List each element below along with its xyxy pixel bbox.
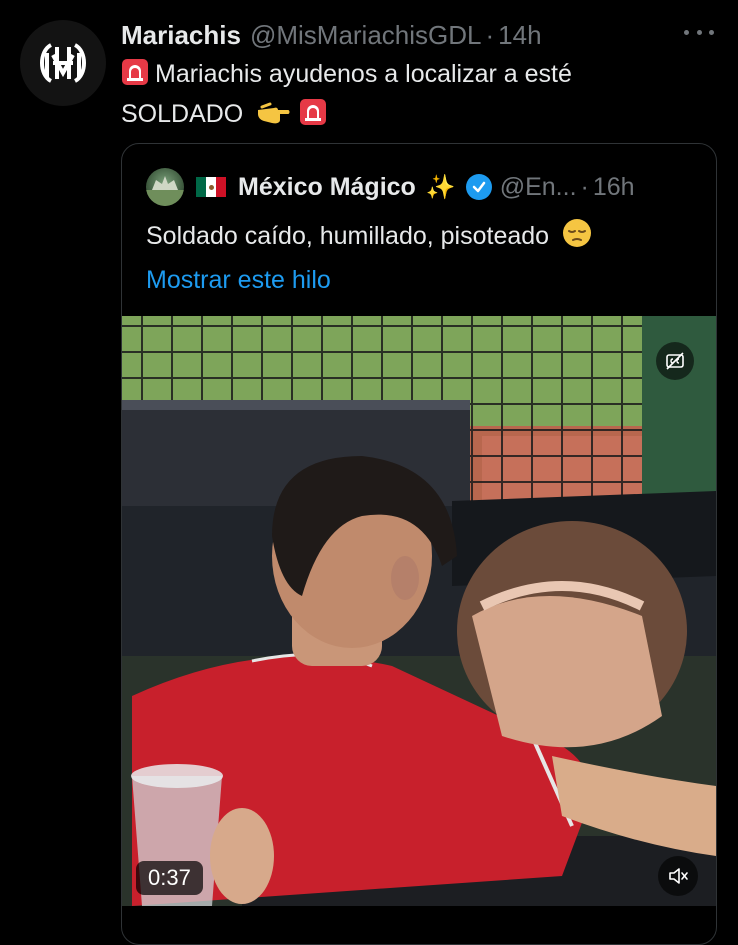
- video-player[interactable]: 0:37: [122, 316, 716, 906]
- video-duration-badge: 0:37: [136, 861, 203, 895]
- show-thread-link[interactable]: Mostrar este hilo: [146, 262, 331, 298]
- siren-icon: [121, 58, 149, 96]
- pensive-face-icon: [562, 218, 592, 258]
- author-name[interactable]: Mariachis: [121, 20, 241, 51]
- pointing-hand-icon: [256, 98, 290, 136]
- quoted-author-name[interactable]: México Mágico: [238, 173, 416, 202]
- author-handle[interactable]: @MisMariachisGDL: [250, 20, 482, 51]
- tweet-time[interactable]: 14h: [498, 20, 541, 51]
- quoted-text-body: Soldado caído, humillado, pisoteado: [146, 222, 550, 250]
- mariachis-logo-icon: [40, 43, 86, 83]
- siren-icon: [299, 98, 327, 136]
- separator-dot: ·: [485, 19, 495, 50]
- quoted-author-avatar[interactable]: [146, 168, 184, 206]
- quoted-tweet-header: México Mágico ✨ @En... · 16h: [146, 168, 696, 206]
- muted-speaker-icon: [669, 868, 688, 884]
- tweet-text: Mariachis ayudenos a localizar a esté SO…: [121, 56, 681, 136]
- mexico-flag-icon: [196, 177, 226, 197]
- quoted-author-handle[interactable]: @En...: [500, 173, 577, 202]
- quoted-separator: ·: [580, 172, 589, 201]
- quoted-tweet-text: Soldado caído, humillado, pisoteado: [146, 218, 598, 258]
- author-avatar[interactable]: [20, 20, 106, 106]
- captions-icon: [666, 352, 684, 370]
- more-options-icon[interactable]: [684, 22, 714, 42]
- mute-toggle-button[interactable]: [658, 856, 698, 896]
- quoted-tweet-time[interactable]: 16h: [593, 173, 635, 202]
- captions-button[interactable]: [656, 342, 694, 380]
- video-frame: [122, 316, 716, 906]
- verified-badge-icon: [465, 174, 492, 200]
- tweet-header: Mariachis @MisMariachisGDL · 14h: [121, 18, 718, 52]
- tweet-text-line2: SOLDADO: [121, 100, 244, 128]
- sparkles-icon: ✨: [425, 173, 456, 201]
- tweet-text-line1: Mariachis ayudenos a localizar a esté: [155, 60, 572, 88]
- quoted-tweet-card[interactable]: México Mágico ✨ @En... · 16h Soldado caí…: [121, 143, 717, 945]
